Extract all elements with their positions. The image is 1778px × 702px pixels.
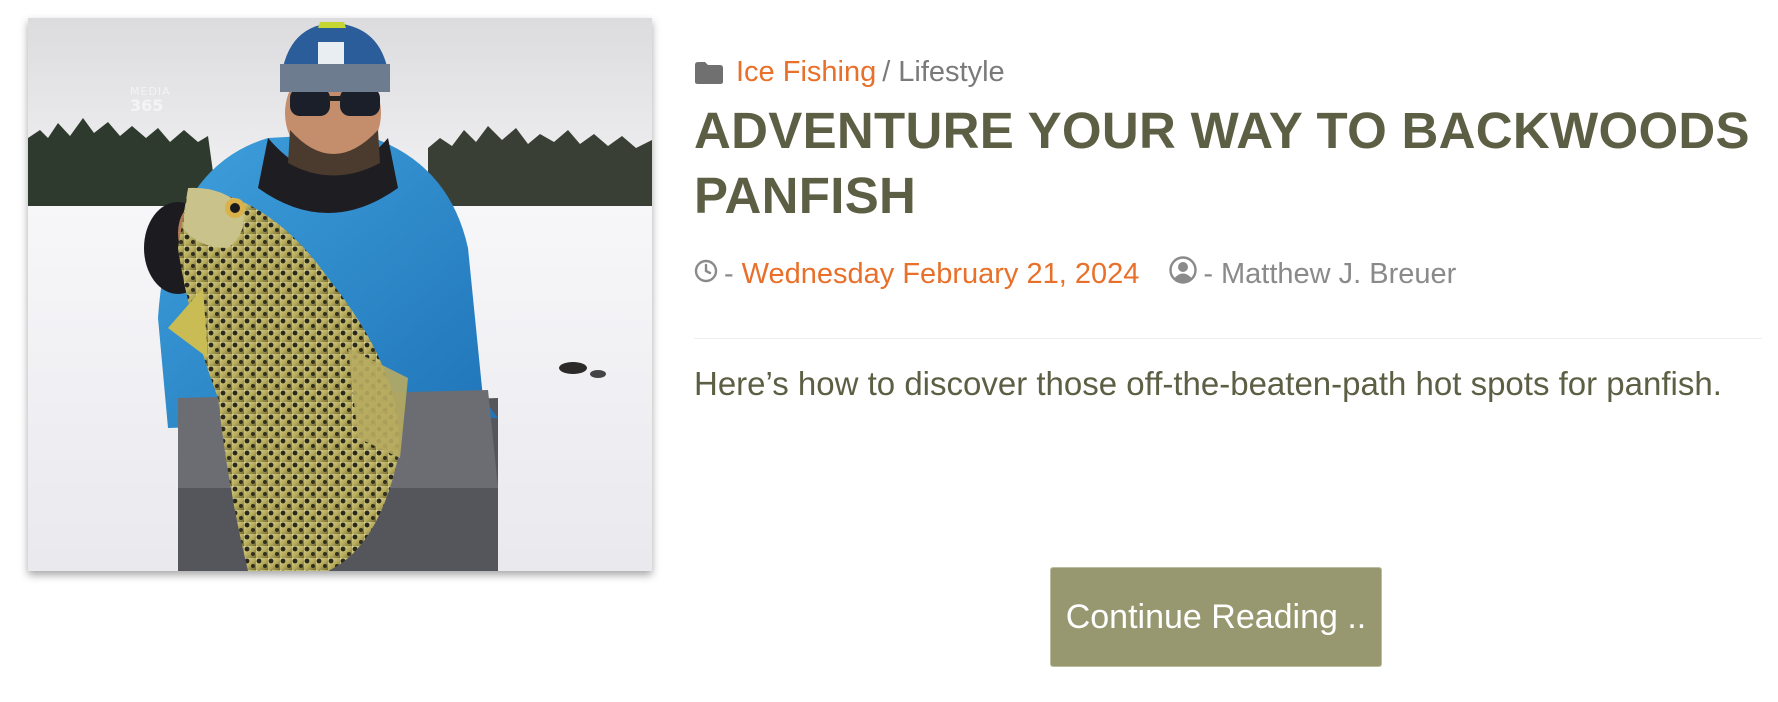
folder-icon bbox=[694, 60, 724, 84]
category-link-lifestyle[interactable]: Lifestyle bbox=[898, 56, 1004, 89]
post-title[interactable]: ADVENTURE YOUR WAY TO BACKWOODS PANFISH bbox=[694, 98, 1762, 228]
post-author[interactable]: Matthew J. Breuer bbox=[1221, 258, 1456, 291]
photo-watermark: MEDIA 365 bbox=[130, 86, 171, 114]
post-content: Ice Fishing / Lifestyle ADVENTURE YOUR W… bbox=[694, 52, 1762, 445]
post-meta: - Wednesday February 21, 2024 - Matthew … bbox=[694, 254, 1762, 294]
post-excerpt: Here’s how to discover those off-the-bea… bbox=[694, 365, 1722, 402]
continue-reading-button[interactable]: Continue Reading .. bbox=[1050, 567, 1382, 667]
date-prefix: - bbox=[724, 257, 734, 290]
featured-image[interactable]: MEDIA 365 bbox=[28, 18, 652, 571]
author-prefix: - bbox=[1203, 257, 1214, 290]
post-categories: Ice Fishing / Lifestyle bbox=[694, 52, 1762, 92]
watermark-bottom: 365 bbox=[130, 95, 164, 115]
post-card: MEDIA 365 Ice Fishing / Lifestyle ADVENT… bbox=[0, 0, 1778, 702]
meta-divider bbox=[694, 338, 1762, 339]
post-date[interactable]: Wednesday February 21, 2024 bbox=[742, 258, 1140, 291]
category-separator: / bbox=[882, 55, 891, 88]
angler-holding-crappie-photo bbox=[28, 18, 652, 571]
post-author-block: - Matthew J. Breuer bbox=[1169, 256, 1456, 292]
clock-icon bbox=[694, 258, 718, 291]
user-circle-icon bbox=[1169, 256, 1198, 292]
category-link-ice-fishing[interactable]: Ice Fishing bbox=[736, 56, 876, 89]
